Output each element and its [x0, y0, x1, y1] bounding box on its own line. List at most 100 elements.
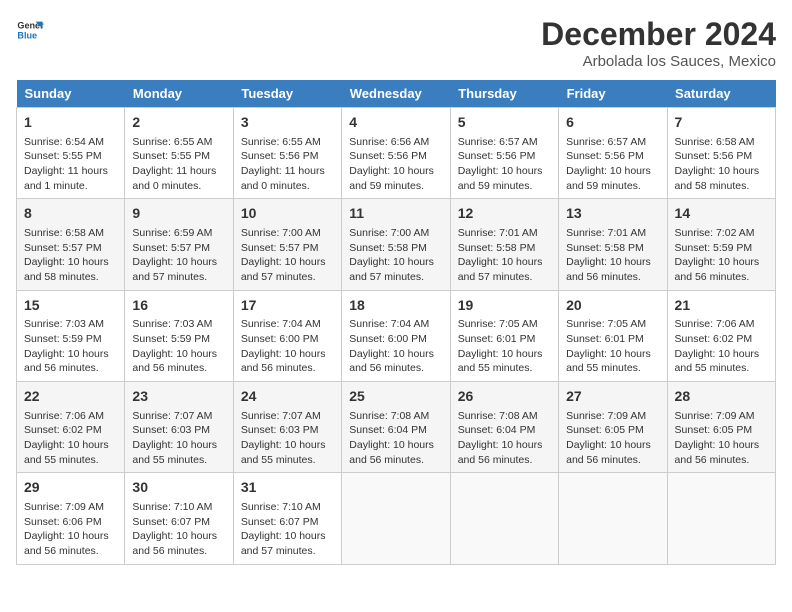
day-info: Sunrise: 6:55 AMSunset: 5:55 PMDaylight:… [132, 135, 225, 194]
logo: General Blue [16, 16, 44, 44]
column-header-friday: Friday [559, 80, 667, 108]
month-title: December 2024 [541, 16, 776, 53]
day-number: 18 [349, 296, 442, 316]
calendar-day-cell: 19Sunrise: 7:05 AMSunset: 6:01 PMDayligh… [450, 290, 558, 381]
calendar-day-cell: 27Sunrise: 7:09 AMSunset: 6:05 PMDayligh… [559, 382, 667, 473]
calendar-day-cell: 16Sunrise: 7:03 AMSunset: 5:59 PMDayligh… [125, 290, 233, 381]
calendar-day-cell: 6Sunrise: 6:57 AMSunset: 5:56 PMDaylight… [559, 108, 667, 199]
day-info: Sunrise: 6:59 AMSunset: 5:57 PMDaylight:… [132, 226, 225, 285]
day-info: Sunrise: 6:58 AMSunset: 5:56 PMDaylight:… [675, 135, 768, 194]
svg-text:Blue: Blue [17, 30, 37, 40]
calendar-day-cell: 10Sunrise: 7:00 AMSunset: 5:57 PMDayligh… [233, 199, 341, 290]
day-number: 25 [349, 387, 442, 407]
title-area: December 2024 Arbolada los Sauces, Mexic… [541, 16, 776, 70]
calendar-day-cell: 5Sunrise: 6:57 AMSunset: 5:56 PMDaylight… [450, 108, 558, 199]
calendar-empty-cell [559, 473, 667, 564]
day-info: Sunrise: 6:56 AMSunset: 5:56 PMDaylight:… [349, 135, 442, 194]
calendar-week-row: 22Sunrise: 7:06 AMSunset: 6:02 PMDayligh… [17, 382, 776, 473]
day-number: 2 [132, 113, 225, 133]
day-info: Sunrise: 7:01 AMSunset: 5:58 PMDaylight:… [566, 226, 659, 285]
day-number: 11 [349, 204, 442, 224]
day-number: 17 [241, 296, 334, 316]
calendar-day-cell: 2Sunrise: 6:55 AMSunset: 5:55 PMDaylight… [125, 108, 233, 199]
column-header-sunday: Sunday [17, 80, 125, 108]
day-number: 21 [675, 296, 768, 316]
day-info: Sunrise: 7:07 AMSunset: 6:03 PMDaylight:… [241, 409, 334, 468]
day-number: 4 [349, 113, 442, 133]
day-info: Sunrise: 7:00 AMSunset: 5:58 PMDaylight:… [349, 226, 442, 285]
calendar-day-cell: 13Sunrise: 7:01 AMSunset: 5:58 PMDayligh… [559, 199, 667, 290]
day-info: Sunrise: 7:09 AMSunset: 6:05 PMDaylight:… [566, 409, 659, 468]
calendar-day-cell: 4Sunrise: 6:56 AMSunset: 5:56 PMDaylight… [342, 108, 450, 199]
calendar-day-cell: 28Sunrise: 7:09 AMSunset: 6:05 PMDayligh… [667, 382, 775, 473]
calendar-day-cell: 8Sunrise: 6:58 AMSunset: 5:57 PMDaylight… [17, 199, 125, 290]
calendar-day-cell: 23Sunrise: 7:07 AMSunset: 6:03 PMDayligh… [125, 382, 233, 473]
day-number: 15 [24, 296, 117, 316]
calendar-day-cell: 20Sunrise: 7:05 AMSunset: 6:01 PMDayligh… [559, 290, 667, 381]
logo-icon: General Blue [16, 16, 44, 44]
calendar-empty-cell [342, 473, 450, 564]
column-header-saturday: Saturday [667, 80, 775, 108]
calendar-week-row: 8Sunrise: 6:58 AMSunset: 5:57 PMDaylight… [17, 199, 776, 290]
calendar-day-cell: 3Sunrise: 6:55 AMSunset: 5:56 PMDaylight… [233, 108, 341, 199]
calendar-day-cell: 7Sunrise: 6:58 AMSunset: 5:56 PMDaylight… [667, 108, 775, 199]
day-number: 9 [132, 204, 225, 224]
day-info: Sunrise: 6:57 AMSunset: 5:56 PMDaylight:… [566, 135, 659, 194]
calendar-day-cell: 22Sunrise: 7:06 AMSunset: 6:02 PMDayligh… [17, 382, 125, 473]
day-info: Sunrise: 7:10 AMSunset: 6:07 PMDaylight:… [132, 500, 225, 559]
day-number: 29 [24, 478, 117, 498]
day-info: Sunrise: 7:03 AMSunset: 5:59 PMDaylight:… [132, 317, 225, 376]
day-number: 30 [132, 478, 225, 498]
day-info: Sunrise: 7:05 AMSunset: 6:01 PMDaylight:… [566, 317, 659, 376]
day-info: Sunrise: 6:55 AMSunset: 5:56 PMDaylight:… [241, 135, 334, 194]
day-number: 12 [458, 204, 551, 224]
day-info: Sunrise: 7:09 AMSunset: 6:06 PMDaylight:… [24, 500, 117, 559]
day-number: 14 [675, 204, 768, 224]
calendar-table: SundayMondayTuesdayWednesdayThursdayFrid… [16, 80, 776, 565]
day-info: Sunrise: 7:02 AMSunset: 5:59 PMDaylight:… [675, 226, 768, 285]
day-info: Sunrise: 6:58 AMSunset: 5:57 PMDaylight:… [24, 226, 117, 285]
calendar-day-cell: 21Sunrise: 7:06 AMSunset: 6:02 PMDayligh… [667, 290, 775, 381]
day-number: 10 [241, 204, 334, 224]
day-number: 27 [566, 387, 659, 407]
calendar-empty-cell [667, 473, 775, 564]
day-info: Sunrise: 7:10 AMSunset: 6:07 PMDaylight:… [241, 500, 334, 559]
calendar-day-cell: 25Sunrise: 7:08 AMSunset: 6:04 PMDayligh… [342, 382, 450, 473]
day-number: 23 [132, 387, 225, 407]
day-number: 13 [566, 204, 659, 224]
day-number: 22 [24, 387, 117, 407]
column-header-wednesday: Wednesday [342, 80, 450, 108]
day-number: 28 [675, 387, 768, 407]
header: General Blue December 2024 Arbolada los … [16, 16, 776, 70]
day-number: 8 [24, 204, 117, 224]
calendar-day-cell: 11Sunrise: 7:00 AMSunset: 5:58 PMDayligh… [342, 199, 450, 290]
column-header-tuesday: Tuesday [233, 80, 341, 108]
day-info: Sunrise: 7:09 AMSunset: 6:05 PMDaylight:… [675, 409, 768, 468]
calendar-empty-cell [450, 473, 558, 564]
calendar-day-cell: 30Sunrise: 7:10 AMSunset: 6:07 PMDayligh… [125, 473, 233, 564]
day-number: 6 [566, 113, 659, 133]
calendar-day-cell: 31Sunrise: 7:10 AMSunset: 6:07 PMDayligh… [233, 473, 341, 564]
day-info: Sunrise: 7:05 AMSunset: 6:01 PMDaylight:… [458, 317, 551, 376]
location: Arbolada los Sauces, Mexico [541, 53, 776, 70]
day-number: 1 [24, 113, 117, 133]
calendar-day-cell: 14Sunrise: 7:02 AMSunset: 5:59 PMDayligh… [667, 199, 775, 290]
day-info: Sunrise: 7:03 AMSunset: 5:59 PMDaylight:… [24, 317, 117, 376]
day-info: Sunrise: 6:57 AMSunset: 5:56 PMDaylight:… [458, 135, 551, 194]
day-number: 7 [675, 113, 768, 133]
calendar-day-cell: 24Sunrise: 7:07 AMSunset: 6:03 PMDayligh… [233, 382, 341, 473]
calendar-day-cell: 15Sunrise: 7:03 AMSunset: 5:59 PMDayligh… [17, 290, 125, 381]
calendar-day-cell: 29Sunrise: 7:09 AMSunset: 6:06 PMDayligh… [17, 473, 125, 564]
calendar-day-cell: 17Sunrise: 7:04 AMSunset: 6:00 PMDayligh… [233, 290, 341, 381]
day-info: Sunrise: 7:08 AMSunset: 6:04 PMDaylight:… [349, 409, 442, 468]
calendar-week-row: 1Sunrise: 6:54 AMSunset: 5:55 PMDaylight… [17, 108, 776, 199]
day-info: Sunrise: 7:08 AMSunset: 6:04 PMDaylight:… [458, 409, 551, 468]
day-number: 20 [566, 296, 659, 316]
day-number: 3 [241, 113, 334, 133]
calendar-day-cell: 12Sunrise: 7:01 AMSunset: 5:58 PMDayligh… [450, 199, 558, 290]
day-number: 26 [458, 387, 551, 407]
day-info: Sunrise: 7:01 AMSunset: 5:58 PMDaylight:… [458, 226, 551, 285]
day-number: 31 [241, 478, 334, 498]
day-info: Sunrise: 7:04 AMSunset: 6:00 PMDaylight:… [241, 317, 334, 376]
day-info: Sunrise: 7:06 AMSunset: 6:02 PMDaylight:… [24, 409, 117, 468]
